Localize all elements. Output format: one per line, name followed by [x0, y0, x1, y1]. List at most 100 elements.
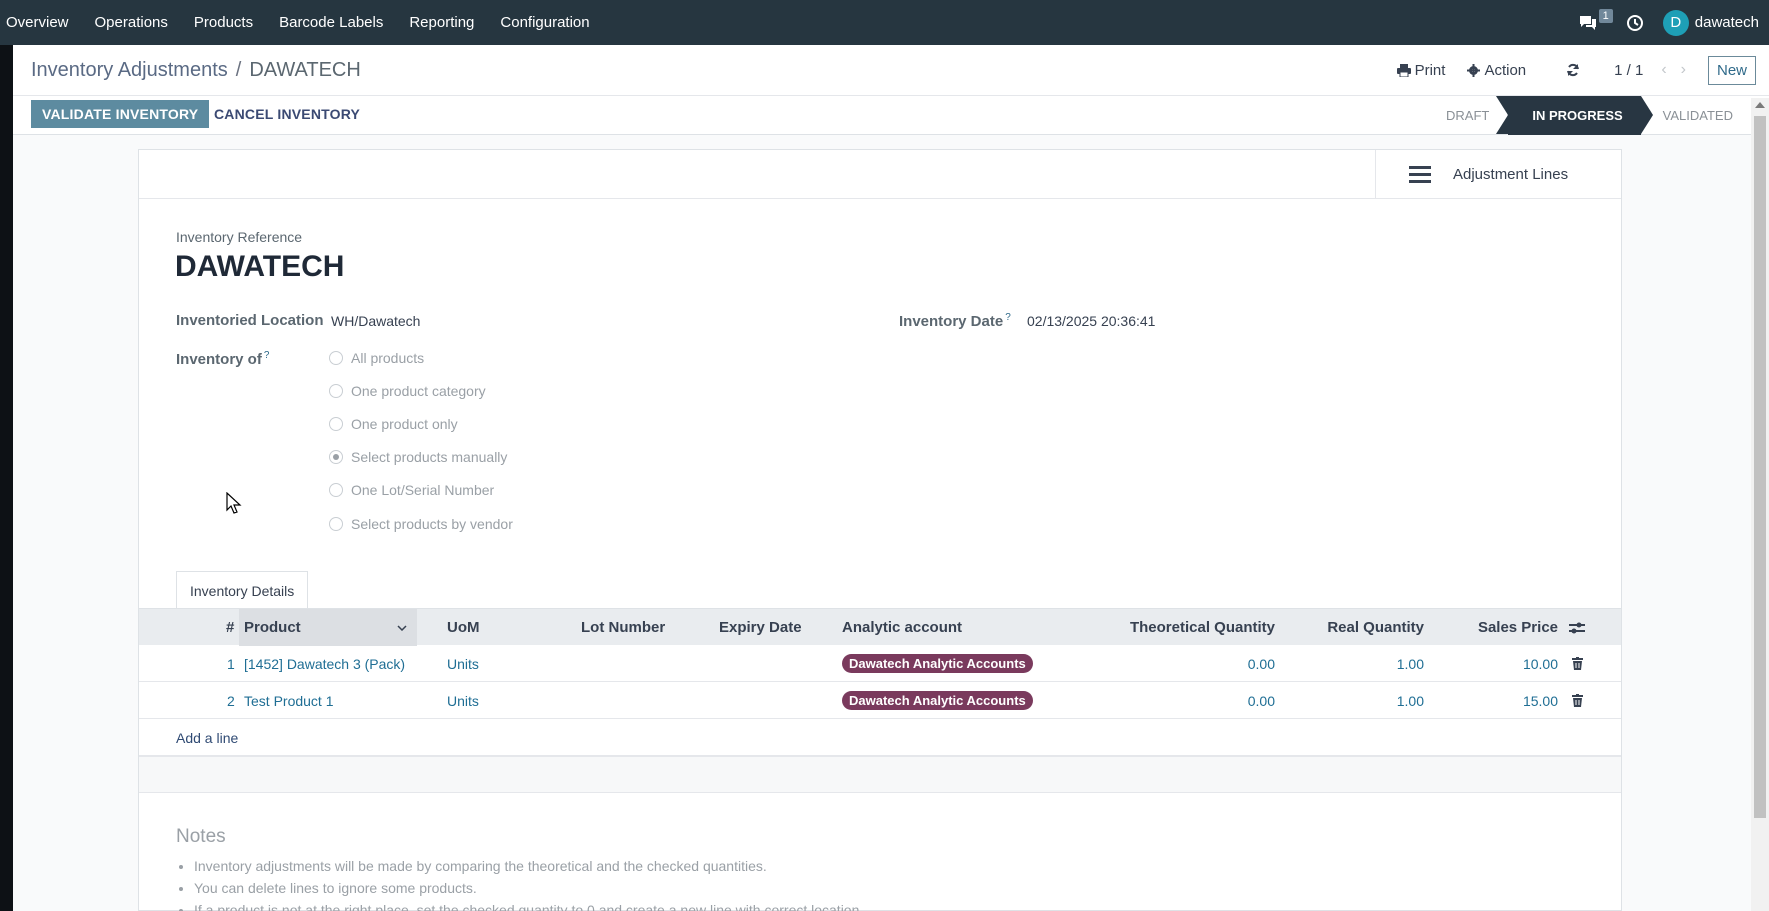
note-item: If a product is not at the right place, … [194, 899, 863, 911]
radio-label: All products [351, 350, 425, 366]
radio-one-lot-serial-number[interactable]: One Lot/Serial Number [329, 482, 494, 498]
status-row: VALIDATE INVENTORY CANCEL INVENTORY DRAF… [13, 95, 1769, 135]
action-label: Action [1484, 61, 1527, 79]
table-row[interactable]: 2 Test Product 1 Units Dawatech Analytic… [139, 682, 1621, 719]
notes-list: Inventory adjustments will be made by co… [194, 855, 863, 911]
analytic-tag: Dawatech Analytic Accounts [842, 654, 1033, 673]
chat-count-badge: 1 [1598, 9, 1613, 23]
pager-value[interactable]: 1 / 1 [1614, 62, 1643, 79]
radio-label: One product only [351, 416, 458, 432]
inventoried-location-label: Inventoried Location [176, 312, 324, 329]
list-icon [1409, 165, 1431, 183]
table-row[interactable]: 1 [1452] Dawatech 3 (Pack) Units Dawatec… [139, 645, 1621, 682]
radio-select-products-manually[interactable]: Select products manually [329, 449, 507, 465]
avatar[interactable]: D [1662, 9, 1689, 36]
action-button[interactable]: Action [1467, 62, 1526, 79]
breadcrumb-parent[interactable]: Inventory Adjustments [31, 59, 228, 82]
chevron-left-icon[interactable]: ‹ [1661, 61, 1666, 79]
cancel-inventory-button[interactable]: CANCEL INVENTORY [214, 106, 360, 122]
inventory-date-value[interactable]: 02/13/2025 20:36:41 [1027, 313, 1155, 329]
col-sales-price[interactable]: Sales Price [1478, 609, 1558, 646]
col-uom[interactable]: UoM [447, 609, 480, 646]
menu-products[interactable]: Products [181, 0, 266, 45]
scrollbar[interactable] [1751, 98, 1769, 911]
row-sales-price[interactable]: 15.00 [1523, 682, 1558, 719]
row-product[interactable]: Test Product 1 [244, 682, 334, 719]
row-sales-price[interactable]: 10.00 [1523, 645, 1558, 682]
row-theoretical-quantity[interactable]: 0.00 [1248, 645, 1275, 682]
print-label: Print [1414, 61, 1446, 79]
validate-inventory-button[interactable]: VALIDATE INVENTORY [31, 100, 210, 128]
row-uom[interactable]: Units [447, 682, 479, 719]
form-sheet: Adjustment Lines Inventory Reference DAW… [138, 149, 1622, 911]
inventory-date-label: Inventory Date? [899, 312, 1011, 330]
inventory-of-label: Inventory of? [176, 350, 269, 368]
col-analytic-account[interactable]: Analytic account [842, 609, 962, 646]
analytic-tag: Dawatech Analytic Accounts [842, 691, 1033, 710]
statusbar: DRAFT IN PROGRESS VALIDATED [1422, 96, 1769, 135]
add-line-link[interactable]: Add a line [176, 719, 238, 756]
control-panel: Inventory Adjustments / DAWATECH Print A… [13, 45, 1769, 135]
inventoried-location-value[interactable]: WH/Dawatech [331, 313, 420, 329]
notes-title: Notes [176, 826, 226, 847]
gear-icon [1467, 63, 1481, 77]
col-expiry-date[interactable]: Expiry Date [719, 609, 802, 646]
inventory-reference-label: Inventory Reference [176, 229, 303, 245]
table-footer [139, 756, 1621, 793]
optional-columns-icon[interactable] [1569, 609, 1585, 646]
scroll-thumb[interactable] [1754, 116, 1766, 818]
col-theoretical-quantity[interactable]: Theoretical Quantity [1130, 609, 1275, 646]
menu-configuration[interactable]: Configuration [487, 0, 602, 45]
breadcrumb-separator: / [235, 59, 242, 81]
radio-button[interactable] [329, 417, 343, 431]
radio-button[interactable] [329, 384, 343, 398]
adjustment-lines-label: Adjustment Lines [1453, 166, 1569, 183]
top-navbar: Overview Operations Products Barcode Lab… [0, 0, 1769, 45]
scroll-up-arrow[interactable] [1755, 102, 1765, 108]
menu-overview[interactable]: Overview [0, 0, 82, 45]
table-header: # Product UoM Lot Number Expiry Date Ana… [139, 608, 1621, 646]
row-analytic-account[interactable]: Dawatech Analytic Accounts [842, 645, 1033, 682]
menu-operations[interactable]: Operations [82, 0, 181, 45]
col-num: # [226, 619, 235, 636]
clock-icon[interactable] [1615, 0, 1655, 45]
radio-one-product-only[interactable]: One product only [329, 416, 458, 432]
refresh-icon[interactable] [1566, 63, 1584, 77]
inventory-of-help[interactable]: ? [264, 350, 270, 361]
col-product[interactable]: Product [239, 609, 417, 646]
radio-one-product-category[interactable]: One product category [329, 383, 486, 399]
row-analytic-account[interactable]: Dawatech Analytic Accounts [842, 682, 1033, 719]
radio-button[interactable] [329, 483, 343, 497]
tab-inventory-details[interactable]: Inventory Details [176, 571, 309, 609]
radio-button[interactable] [329, 351, 343, 365]
username[interactable]: dawatech [1695, 14, 1759, 31]
radio-select-products-by-vendor[interactable]: Select products by vendor [329, 516, 513, 532]
radio-all-products[interactable]: All products [329, 350, 424, 366]
note-item: Inventory adjustments will be made by co… [194, 855, 863, 877]
row-real-quantity[interactable]: 1.00 [1397, 645, 1424, 682]
new-button[interactable]: New [1707, 55, 1756, 85]
radio-label: One product category [351, 383, 486, 399]
chevron-right-icon[interactable]: › [1681, 61, 1686, 79]
row-theoretical-quantity[interactable]: 0.00 [1248, 682, 1275, 719]
row-uom[interactable]: Units [447, 645, 479, 682]
breadcrumb-current: DAWATECH [249, 59, 361, 81]
col-real-quantity[interactable]: Real Quantity [1327, 609, 1424, 646]
menu-barcode-labels[interactable]: Barcode Labels [266, 0, 396, 45]
trash-icon[interactable] [1572, 645, 1583, 682]
stage-validated[interactable]: VALIDATED [1641, 96, 1769, 135]
radio-button[interactable] [329, 517, 343, 531]
radio-label: Select products by vendor [351, 516, 513, 532]
print-button[interactable]: Print [1396, 61, 1446, 79]
inventory-date-help[interactable]: ? [1005, 312, 1011, 323]
row-product[interactable]: [1452] Dawatech 3 (Pack) [244, 645, 405, 682]
menu-reporting[interactable]: Reporting [396, 0, 487, 45]
radio-button-checked[interactable] [329, 450, 343, 464]
stage-in-progress[interactable]: IN PROGRESS [1496, 96, 1653, 135]
adjustment-lines-button[interactable]: Adjustment Lines [1375, 150, 1621, 199]
trash-icon[interactable] [1572, 682, 1583, 719]
row-real-quantity[interactable]: 1.00 [1397, 682, 1424, 719]
inventory-reference-value[interactable]: DAWATECH [175, 250, 344, 284]
col-lot-number[interactable]: Lot Number [581, 609, 665, 646]
chat-icon[interactable]: 1 [1571, 0, 1613, 45]
